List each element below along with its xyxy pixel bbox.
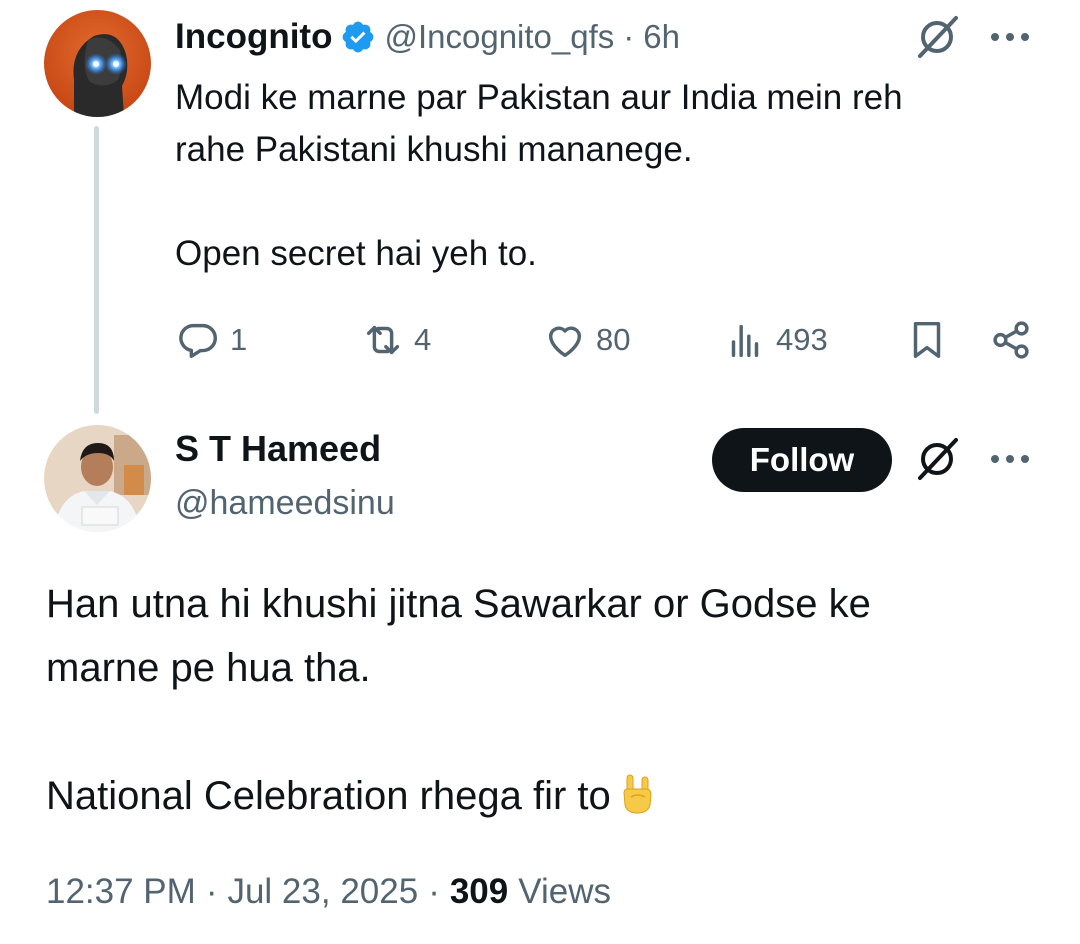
reply-author-handle[interactable]: @hameedsinu: [175, 484, 395, 523]
reply-tweet-text: Han utna hi khushi jitna Sawarkar or God…: [46, 572, 1046, 828]
like-button[interactable]: 80: [542, 312, 630, 368]
share-button[interactable]: [988, 312, 1034, 368]
tweet-action-bar: 1 4 80 493: [170, 312, 1040, 368]
reply-author-name[interactable]: S T Hameed: [175, 428, 381, 470]
tweet-thread-view: Incognito @Incognito_qfs · 6h Modi ke ma…: [0, 0, 1080, 944]
reply-count: 1: [230, 322, 248, 357]
heart-icon: [548, 326, 582, 358]
author-name[interactable]: Incognito: [175, 17, 332, 57]
bookmark-icon: [913, 321, 941, 359]
like-count: 80: [596, 322, 631, 357]
repost-icon: [366, 325, 400, 355]
tweet-text-line: National Celebration rhega fir to: [46, 774, 611, 818]
analytics-icon: [731, 324, 759, 358]
views-label: Views: [518, 872, 611, 911]
tweet-text-line: Open secret hai yeh to.: [175, 234, 537, 273]
header-separator: ·: [623, 18, 635, 55]
bookmark-button[interactable]: [904, 312, 950, 368]
tweet-text-line: Han utna hi khushi jitna Sawarkar or God…: [46, 582, 871, 626]
tweet-date[interactable]: Jul 23, 2025: [227, 872, 418, 912]
views-count: 493: [776, 322, 828, 357]
tweet-text-line: Modi ke marne par Pakistan aur India mei…: [175, 78, 903, 117]
author-handle[interactable]: @Incognito_qfs: [384, 18, 614, 56]
views-count: 309: [449, 872, 509, 911]
meta-separator: ·: [205, 872, 218, 911]
reply-button[interactable]: 1: [176, 312, 247, 368]
parent-tweet-header: Incognito @Incognito_qfs · 6h: [175, 12, 680, 62]
avatar-incognito[interactable]: [44, 10, 151, 117]
reply-icon: [179, 323, 218, 359]
grok-icon[interactable]: [912, 14, 962, 60]
parent-tweet-text: Modi ke marne par Pakistan aur India mei…: [175, 72, 1055, 280]
rock-on-hand-emoji-icon: [623, 774, 652, 814]
share-icon: [993, 321, 1029, 359]
tweet-meta-row: 12:37 PM · Jul 23, 2025 · 309 Views: [46, 872, 611, 912]
follow-button[interactable]: Follow: [712, 428, 892, 492]
views-button[interactable]: 493: [722, 312, 828, 368]
tweet-timestamp[interactable]: 12:37 PM: [46, 872, 196, 912]
verified-badge-icon[interactable]: [340, 19, 376, 55]
tweet-time[interactable]: 6h: [643, 18, 680, 56]
more-options-icon[interactable]: [988, 446, 1032, 472]
avatar-hameedsinu[interactable]: [44, 425, 151, 532]
repost-button[interactable]: 4: [360, 312, 431, 368]
meta-separator: ·: [428, 872, 440, 911]
repost-count: 4: [414, 322, 432, 357]
tweet-text-line: rahe Pakistani khushi mananege.: [175, 130, 693, 169]
thread-connector-line: [94, 126, 99, 414]
grok-icon[interactable]: [912, 436, 962, 482]
more-options-icon[interactable]: [988, 24, 1032, 50]
tweet-text-line-with-emoji: National Celebration rhega fir to: [46, 764, 1046, 828]
tweet-text-line: marne pe hua tha.: [46, 646, 371, 690]
